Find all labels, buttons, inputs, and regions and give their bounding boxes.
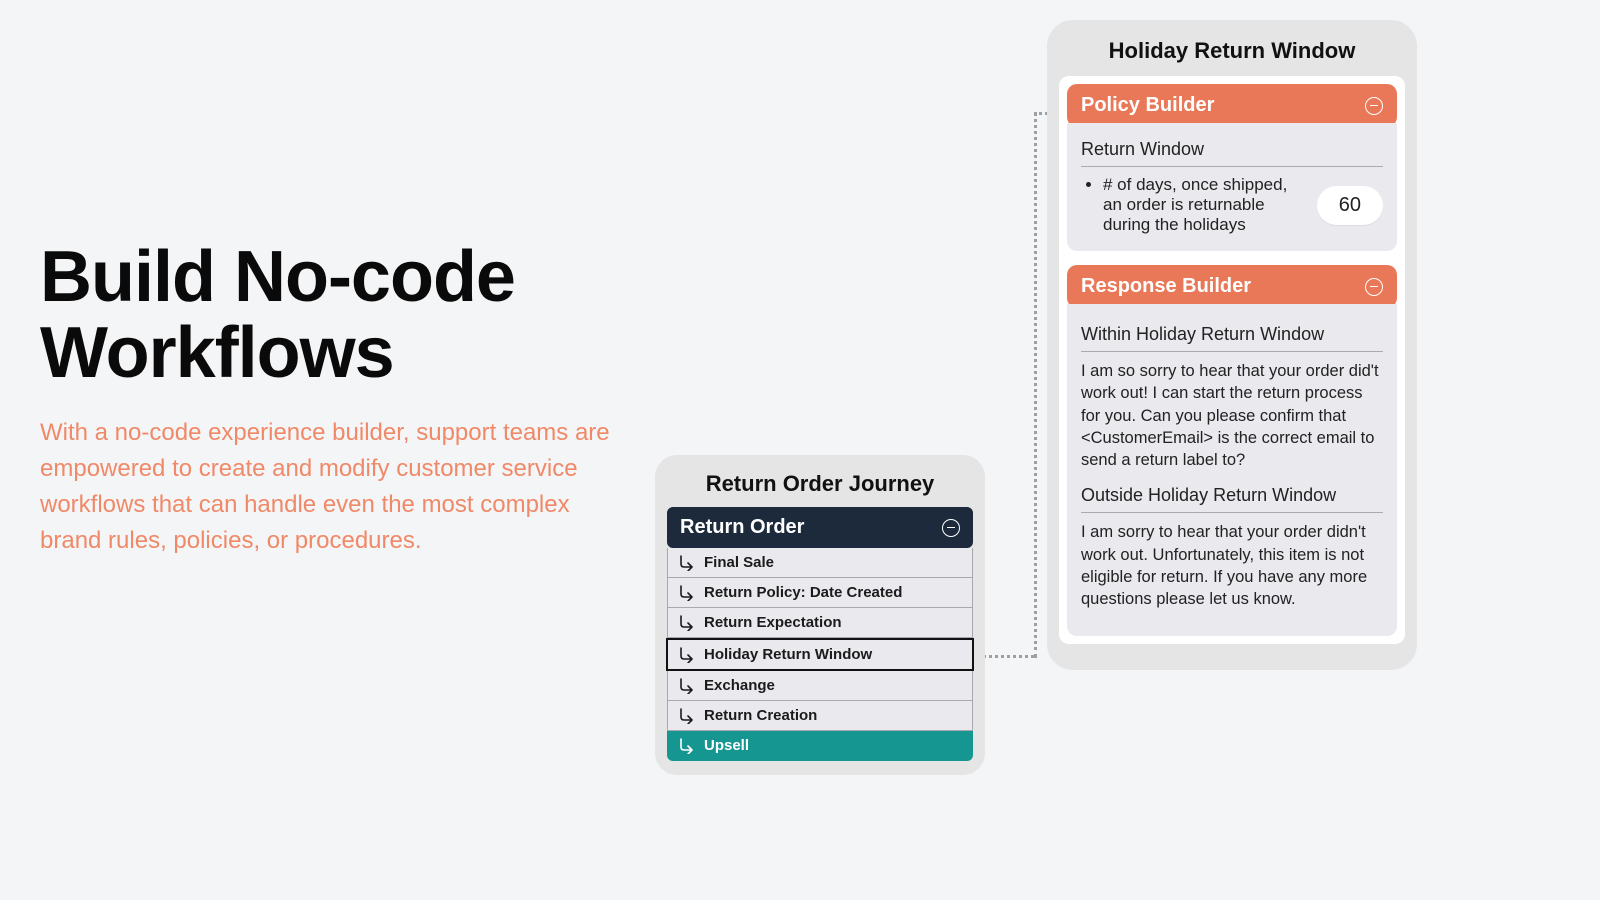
journey-panel: Return Order Journey Return Order Final … [655, 455, 985, 775]
journey-row[interactable]: Exchange [667, 671, 973, 701]
journey-row-label: Return Policy: Date Created [704, 584, 902, 601]
journey-row[interactable]: Return Creation [667, 701, 973, 731]
sub-arrow-icon [678, 678, 696, 694]
journey-row[interactable]: Return Expectation [667, 608, 973, 638]
journey-row-label: Holiday Return Window [704, 646, 872, 663]
detail-panel: Holiday Return Window Policy Builder Ret… [1047, 20, 1417, 670]
response-section-1: Within Holiday Return Window [1081, 320, 1383, 352]
collapse-icon[interactable] [1365, 97, 1383, 115]
journey-header-label: Return Order [680, 516, 804, 539]
journey-row[interactable]: Final Sale [667, 548, 973, 578]
sub-arrow-icon [678, 647, 696, 663]
response-builder-header[interactable]: Response Builder [1067, 265, 1397, 308]
sub-arrow-icon [678, 615, 696, 631]
journey-row[interactable]: Holiday Return Window [666, 638, 974, 671]
hero-section: Build No-code Workflows With a no-code e… [40, 240, 620, 559]
collapse-icon[interactable] [1365, 278, 1383, 296]
policy-bullet: # of days, once shipped, an order is ret… [1103, 175, 1307, 235]
detail-title: Holiday Return Window [1059, 38, 1405, 64]
journey-title: Return Order Journey [667, 471, 973, 497]
response-builder-card: Response Builder Within Holiday Return W… [1067, 265, 1397, 636]
collapse-icon[interactable] [942, 519, 960, 537]
policy-builder-label: Policy Builder [1081, 94, 1214, 117]
response-body-2: I am sorry to hear that your order didn'… [1081, 521, 1383, 610]
page-title: Build No-code Workflows [40, 240, 620, 391]
sub-arrow-icon [678, 555, 696, 571]
journey-row-label: Upsell [704, 737, 749, 754]
title-line-1: Build No-code [40, 237, 515, 317]
response-builder-body: Within Holiday Return Window I am so sor… [1067, 304, 1397, 636]
policy-row: # of days, once shipped, an order is ret… [1081, 175, 1383, 235]
journey-row-label: Exchange [704, 677, 775, 694]
policy-builder-card: Policy Builder Return Window # of days, … [1067, 84, 1397, 251]
policy-builder-header[interactable]: Policy Builder [1067, 84, 1397, 127]
connector-line [1034, 112, 1037, 658]
detail-inner: Policy Builder Return Window # of days, … [1059, 76, 1405, 644]
sub-arrow-icon [678, 708, 696, 724]
policy-days-value[interactable]: 60 [1317, 186, 1383, 225]
title-line-2: Workflows [40, 313, 394, 393]
sub-arrow-icon [678, 585, 696, 601]
response-builder-label: Response Builder [1081, 275, 1251, 298]
response-body-1: I am so sorry to hear that your order di… [1081, 360, 1383, 471]
journey-row-label: Return Expectation [704, 614, 842, 631]
page-subtitle: With a no-code experience builder, suppo… [40, 415, 620, 559]
journey-row[interactable]: Return Policy: Date Created [667, 578, 973, 608]
journey-row-label: Return Creation [704, 707, 817, 724]
policy-builder-body: Return Window # of days, once shipped, a… [1067, 123, 1397, 251]
journey-header[interactable]: Return Order [667, 507, 973, 548]
sub-arrow-icon [678, 738, 696, 754]
policy-section-label: Return Window [1081, 135, 1383, 167]
journey-row[interactable]: Upsell [667, 731, 973, 761]
response-section-2: Outside Holiday Return Window [1081, 481, 1383, 513]
journey-row-label: Final Sale [704, 554, 774, 571]
